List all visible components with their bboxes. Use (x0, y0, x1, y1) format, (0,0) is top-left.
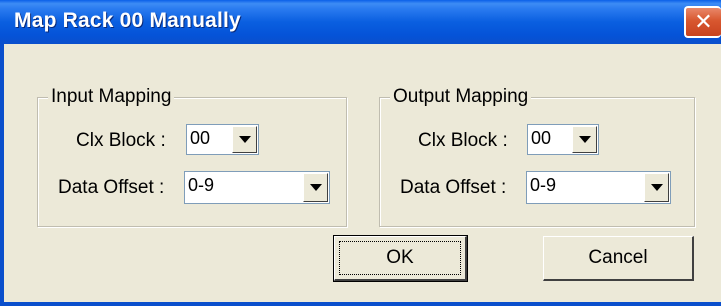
input-mapping-label: Input Mapping (48, 86, 175, 108)
input-clx-block-select[interactable]: 00 (186, 124, 259, 155)
chevron-down-icon (650, 184, 663, 191)
input-data-offset-dropdown-button[interactable] (303, 173, 328, 202)
output-clx-block-select[interactable]: 00 (527, 124, 599, 155)
input-mapping-group: Input Mapping (37, 86, 347, 227)
output-clx-block-label: Clx Block : (418, 130, 508, 151)
output-clx-block-dropdown-button[interactable] (572, 126, 597, 153)
window-title: Map Rack 00 Manually (14, 9, 241, 32)
window-frame-bottom (0, 302, 721, 306)
input-data-offset-label: Data Offset : (58, 177, 165, 198)
input-data-offset-value: 0-9 (188, 175, 215, 195)
chevron-down-icon (238, 136, 251, 143)
focus-rectangle (339, 241, 461, 275)
output-mapping-group: Output Mapping (379, 86, 695, 227)
output-data-offset-select[interactable]: 0-9 (526, 171, 671, 204)
ok-button[interactable]: OK (333, 235, 468, 282)
input-data-offset-select[interactable]: 0-9 (184, 171, 330, 204)
input-clx-block-label: Clx Block : (76, 130, 166, 151)
output-mapping-label: Output Mapping (390, 86, 532, 108)
input-clx-block-dropdown-button[interactable] (232, 126, 257, 153)
output-clx-block-value: 00 (531, 128, 552, 148)
input-clx-block-value: 00 (190, 128, 211, 148)
output-data-offset-label: Data Offset : (400, 177, 507, 198)
cancel-button[interactable]: Cancel (543, 236, 694, 281)
chevron-down-icon (578, 136, 591, 143)
dialog-window: Map Rack 00 Manually ✕ Input Mapping Clx… (0, 0, 721, 306)
cancel-button-label: Cancel (588, 247, 648, 268)
output-data-offset-value: 0-9 (530, 175, 557, 195)
close-icon: ✕ (694, 9, 713, 34)
output-data-offset-dropdown-button[interactable] (644, 173, 669, 202)
close-button[interactable]: ✕ (684, 6, 721, 38)
window-frame-left (0, 44, 4, 306)
chevron-down-icon (309, 184, 322, 191)
title-bar[interactable]: Map Rack 00 Manually ✕ (0, 0, 721, 44)
